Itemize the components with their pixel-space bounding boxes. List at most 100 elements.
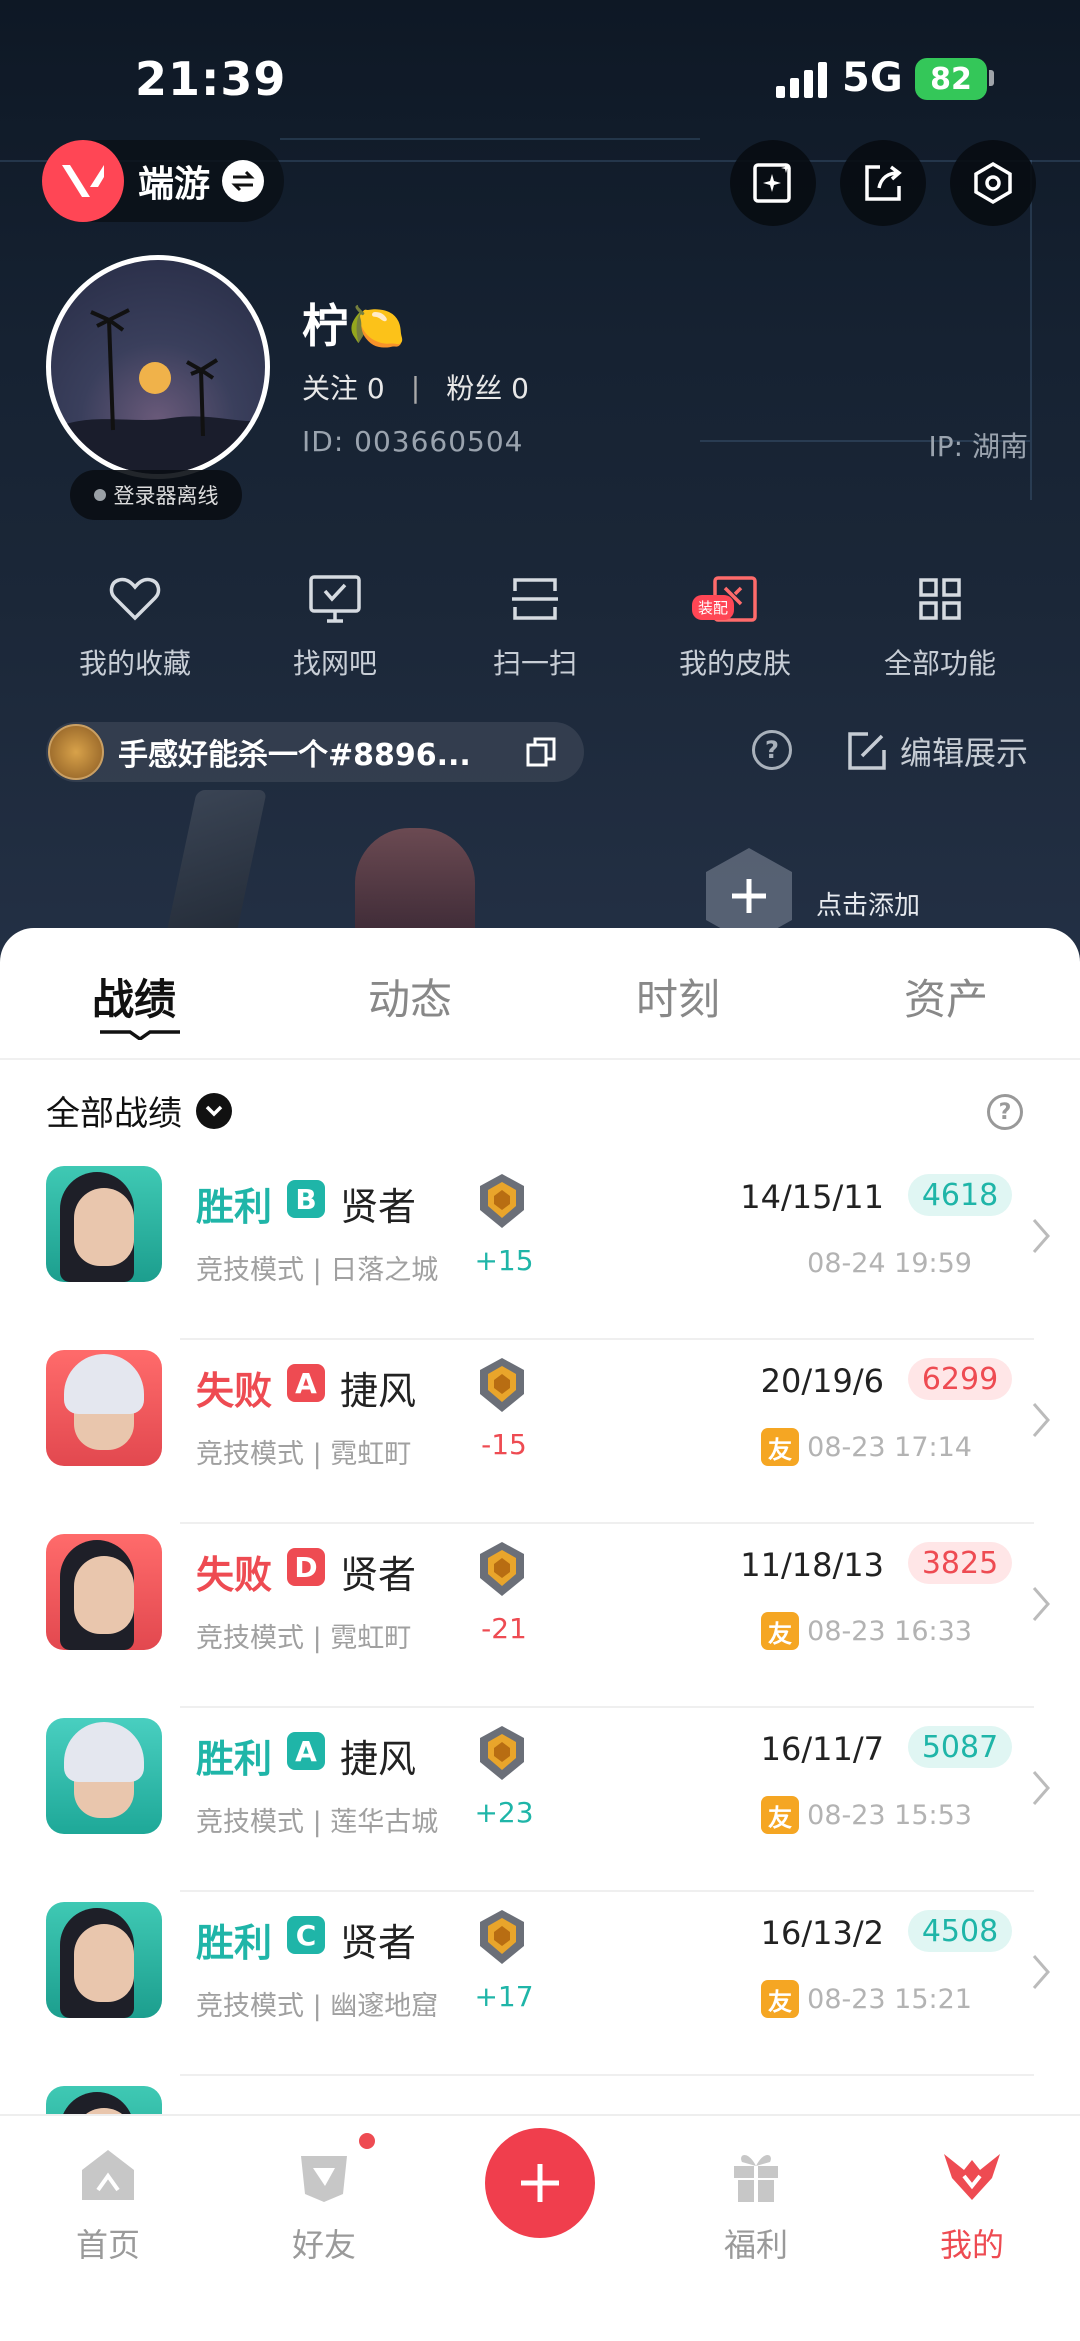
active-tab-indicator bbox=[100, 1030, 180, 1040]
card-button[interactable] bbox=[730, 140, 816, 226]
match-mode-map: 竞技模式 | 霓虹町 bbox=[196, 1439, 412, 1470]
followers-count: 0 bbox=[511, 372, 529, 405]
copy-icon[interactable] bbox=[524, 735, 558, 769]
offline-dot-icon bbox=[93, 489, 106, 501]
agent-name: 贤者 bbox=[340, 1185, 417, 1229]
nav-me[interactable]: 我的 bbox=[892, 2140, 1052, 2266]
ip-location: IP: 湖南 bbox=[928, 430, 1028, 463]
tab-feed[interactable]: 动态 bbox=[368, 966, 452, 1027]
match-result: 胜利 bbox=[196, 1185, 273, 1229]
rank-rating-change: +23 bbox=[474, 1796, 534, 1829]
nav-friends[interactable]: 好友 bbox=[244, 2140, 404, 2266]
user-id: ID: 003660504 bbox=[302, 425, 524, 458]
match-row[interactable]: 失败 D 贤者 竞技模式 | 霓虹町 -21 11/18/13 3825 友 0… bbox=[0, 1524, 1080, 1708]
rank-badge-icon bbox=[480, 1358, 524, 1412]
kda: 16/13/2 bbox=[760, 1914, 884, 1952]
home-icon bbox=[82, 2150, 134, 2200]
nav-home[interactable]: 首页 bbox=[28, 2140, 188, 2266]
nav-label: 我的 bbox=[939, 2226, 1004, 2264]
following-stat[interactable]: 关注 0 bbox=[302, 367, 385, 407]
rank-badge-icon bbox=[480, 1542, 524, 1596]
match-row[interactable]: 胜利 B 贤者 竞技模式 | 日落之城 +15 14/15/11 4618 08… bbox=[0, 1156, 1080, 1340]
hero-agent-art bbox=[355, 828, 475, 938]
kda: 11/18/13 bbox=[740, 1546, 884, 1584]
status-time: 21:39 bbox=[135, 52, 287, 106]
plus-icon bbox=[521, 2164, 559, 2202]
quick-action-label: 扫一扫 bbox=[492, 647, 577, 680]
valorant-logo-icon bbox=[42, 140, 124, 222]
chevron-right-icon bbox=[1032, 1403, 1050, 1437]
pinned-post[interactable]: 手感好能杀一个#8896... bbox=[46, 722, 584, 782]
agent-name: 贤者 bbox=[340, 1553, 417, 1597]
settings-button[interactable] bbox=[950, 140, 1036, 226]
rank-rating-change: -15 bbox=[481, 1428, 527, 1461]
friends-icon bbox=[301, 2156, 347, 2202]
records-filter[interactable]: 全部战绩 bbox=[46, 1086, 232, 1135]
add-showcase-label: 点击添加 bbox=[816, 891, 921, 921]
skin-equip-tag: 装配 bbox=[692, 595, 735, 620]
match-row[interactable]: 失败 A 捷风 竞技模式 | 霓虹町 -15 20/19/6 6299 友 08… bbox=[0, 1340, 1080, 1524]
following-count: 0 bbox=[366, 372, 385, 405]
following-label: 关注 bbox=[302, 372, 359, 405]
friend-badge: 友 bbox=[761, 1980, 799, 2018]
pinned-avatar bbox=[48, 724, 104, 780]
match-result: 失败 bbox=[196, 1369, 273, 1413]
match-mode-map: 竞技模式 | 莲华古城 bbox=[196, 1807, 439, 1838]
nav-label: 首页 bbox=[75, 2226, 140, 2264]
quick-action-favorites[interactable]: 我的收藏 bbox=[40, 568, 230, 682]
grid-icon bbox=[919, 578, 961, 620]
battery-tip bbox=[989, 70, 994, 86]
nickname: 柠🍋 bbox=[302, 299, 406, 353]
tab-assets[interactable]: 资产 bbox=[904, 966, 988, 1027]
quick-action-label: 我的收藏 bbox=[78, 647, 191, 680]
combat-score: 3825 bbox=[908, 1542, 1012, 1584]
match-row[interactable]: 胜利 C 贤者 竞技模式 | 幽邃地窟 +17 16/13/2 4508 友 0… bbox=[0, 1892, 1080, 2076]
profile-icon bbox=[944, 2154, 1000, 2200]
tab-moments[interactable]: 时刻 bbox=[636, 966, 720, 1027]
nav-label: 福利 bbox=[723, 2226, 788, 2264]
combat-score: 4618 bbox=[908, 1174, 1012, 1216]
agent-portrait bbox=[46, 1166, 162, 1282]
sparkle-card-icon bbox=[753, 163, 791, 203]
heart-icon bbox=[109, 577, 161, 621]
monitor-icon bbox=[309, 575, 361, 623]
match-date: 08-24 19:59 bbox=[807, 1248, 972, 1279]
combat-score: 5087 bbox=[908, 1726, 1012, 1768]
rank-rating-change: -21 bbox=[481, 1612, 527, 1645]
followers-stat[interactable]: 粉丝 0 bbox=[446, 367, 529, 407]
quick-action-all[interactable]: 全部功能 bbox=[845, 568, 1035, 682]
quick-action-label: 全部功能 bbox=[883, 647, 996, 680]
chevron-right-icon bbox=[1032, 1955, 1050, 1989]
showcase-help-icon[interactable]: ? bbox=[752, 730, 792, 770]
followers-label: 粉丝 bbox=[446, 372, 503, 405]
game-switcher[interactable]: 端游 bbox=[42, 140, 284, 222]
launcher-status-badge: 登录器离线 bbox=[70, 470, 242, 520]
match-row[interactable]: 胜利 A 捷风 竞技模式 | 莲华古城 +23 16/11/7 5087 友 0… bbox=[0, 1708, 1080, 1892]
friend-badge: 友 bbox=[761, 1796, 799, 1834]
edit-showcase-label: 编辑展示 bbox=[900, 734, 1029, 772]
edit-showcase-button[interactable]: 编辑展示 bbox=[846, 728, 1028, 774]
records-help-icon[interactable]: ? bbox=[987, 1094, 1023, 1130]
plus-icon bbox=[732, 879, 766, 913]
tab-records[interactable]: 战绩 bbox=[92, 966, 176, 1027]
avatar[interactable] bbox=[46, 255, 270, 479]
match-grade-badge: B bbox=[287, 1180, 325, 1218]
share-button[interactable] bbox=[840, 140, 926, 226]
combat-score: 6299 bbox=[908, 1358, 1012, 1400]
battery-level: 82 bbox=[930, 61, 972, 97]
match-result: 胜利 bbox=[196, 1737, 273, 1781]
quick-action-netcafe[interactable]: 找网吧 bbox=[240, 568, 430, 682]
match-grade-badge: A bbox=[287, 1732, 325, 1770]
gear-icon bbox=[974, 161, 1012, 205]
create-post-button[interactable] bbox=[485, 2128, 595, 2238]
nav-welfare[interactable]: 福利 bbox=[676, 2140, 836, 2266]
quick-action-skins[interactable]: 装配 我的皮肤 bbox=[640, 568, 830, 682]
chevron-right-icon bbox=[1032, 1219, 1050, 1253]
quick-action-scan[interactable]: 扫一扫 bbox=[440, 568, 630, 682]
chevron-right-icon bbox=[1032, 1587, 1050, 1621]
quick-action-label: 找网吧 bbox=[292, 647, 377, 680]
match-grade-badge: D bbox=[287, 1548, 325, 1586]
quick-action-label: 我的皮肤 bbox=[678, 647, 791, 680]
combat-score: 4508 bbox=[908, 1910, 1012, 1952]
rank-badge-icon bbox=[480, 1174, 524, 1228]
